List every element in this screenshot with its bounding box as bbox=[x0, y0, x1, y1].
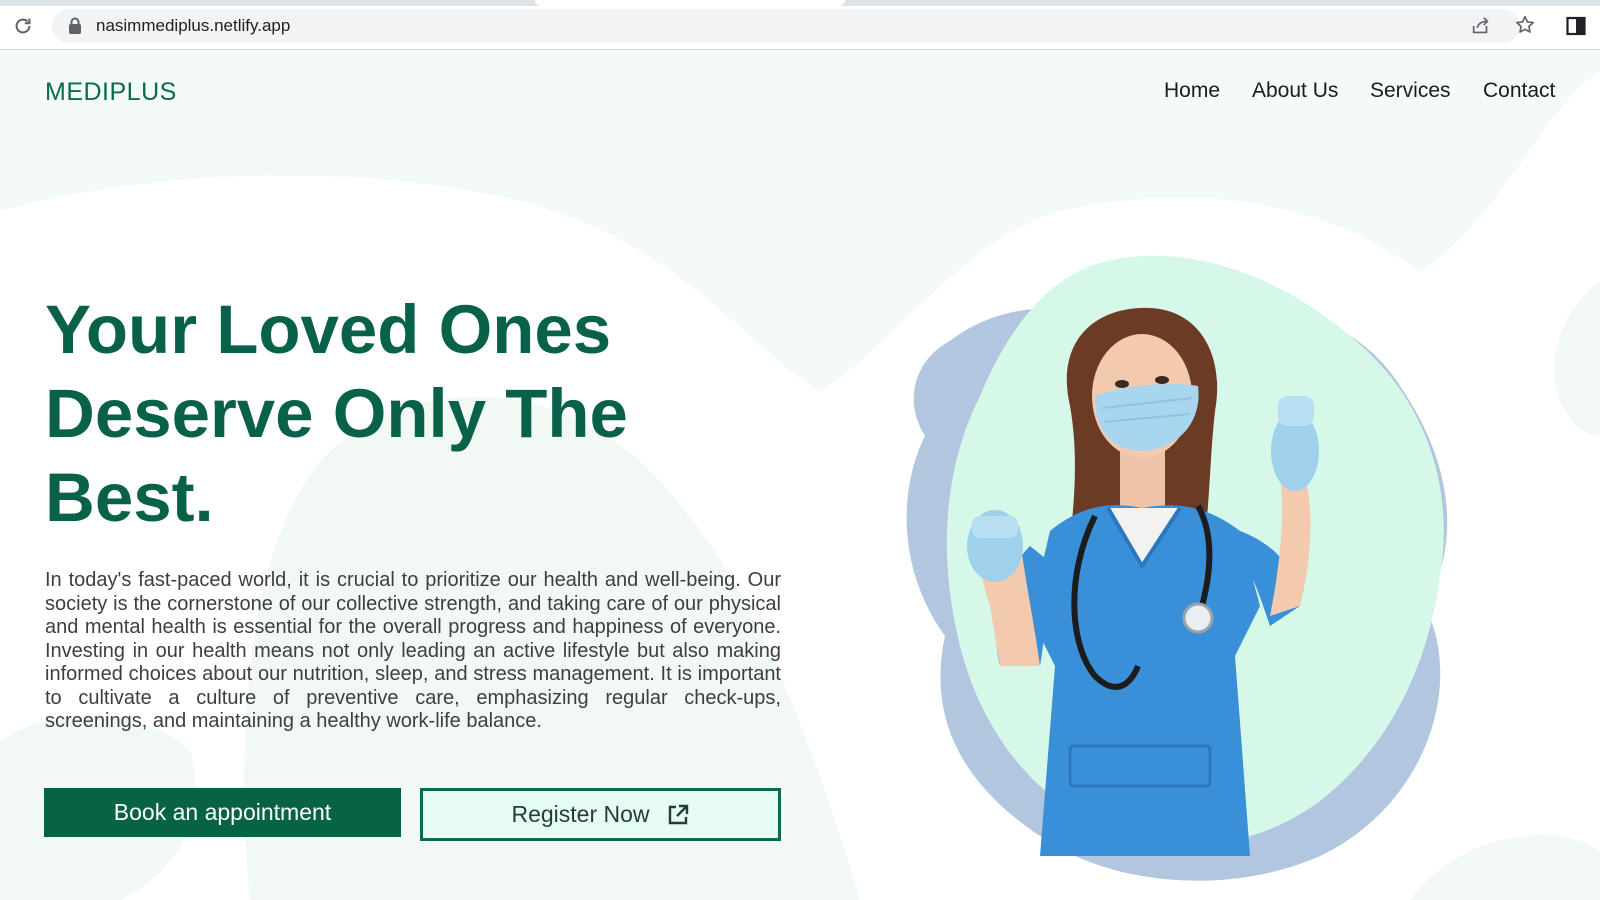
reload-icon[interactable] bbox=[12, 15, 34, 37]
headline-line-2: Deserve Only The bbox=[45, 375, 628, 452]
side-panel-icon[interactable] bbox=[1566, 16, 1586, 36]
headline-line-1: Your Loved Ones bbox=[45, 291, 612, 368]
nav-home[interactable]: Home bbox=[1164, 79, 1220, 103]
nav-services[interactable]: Services bbox=[1370, 79, 1451, 103]
book-appointment-button[interactable]: Book an appointment bbox=[44, 788, 401, 837]
nav-contact[interactable]: Contact bbox=[1483, 79, 1555, 103]
share-icon[interactable] bbox=[1470, 15, 1492, 37]
nav-about-us[interactable]: About Us bbox=[1252, 79, 1338, 103]
hero-headline: Your Loved Ones Deserve Only The Best. bbox=[45, 288, 745, 540]
headline-line-3: Best. bbox=[45, 459, 214, 536]
book-appointment-label: Book an appointment bbox=[113, 799, 332, 825]
register-now-label: Register Now bbox=[511, 801, 650, 827]
active-tab[interactable] bbox=[535, 0, 845, 6]
site-logo[interactable]: MEDIPLUS bbox=[45, 78, 177, 107]
star-icon[interactable] bbox=[1514, 14, 1536, 36]
hero-description: In today's fast-paced world, it is cruci… bbox=[45, 569, 781, 732]
register-now-button[interactable]: Register Now bbox=[420, 788, 781, 841]
landing-page: MEDIPLUS Home About Us Services Contact … bbox=[0, 51, 1600, 900]
lock-icon[interactable] bbox=[68, 17, 82, 35]
tab-strip bbox=[0, 0, 1600, 6]
url-text[interactable]: nasimmediplus.netlify.app bbox=[96, 16, 290, 36]
external-link-icon bbox=[668, 804, 688, 824]
browser-toolbar: nasimmediplus.netlify.app bbox=[0, 0, 1600, 50]
hero-illustration bbox=[906, 255, 1448, 881]
